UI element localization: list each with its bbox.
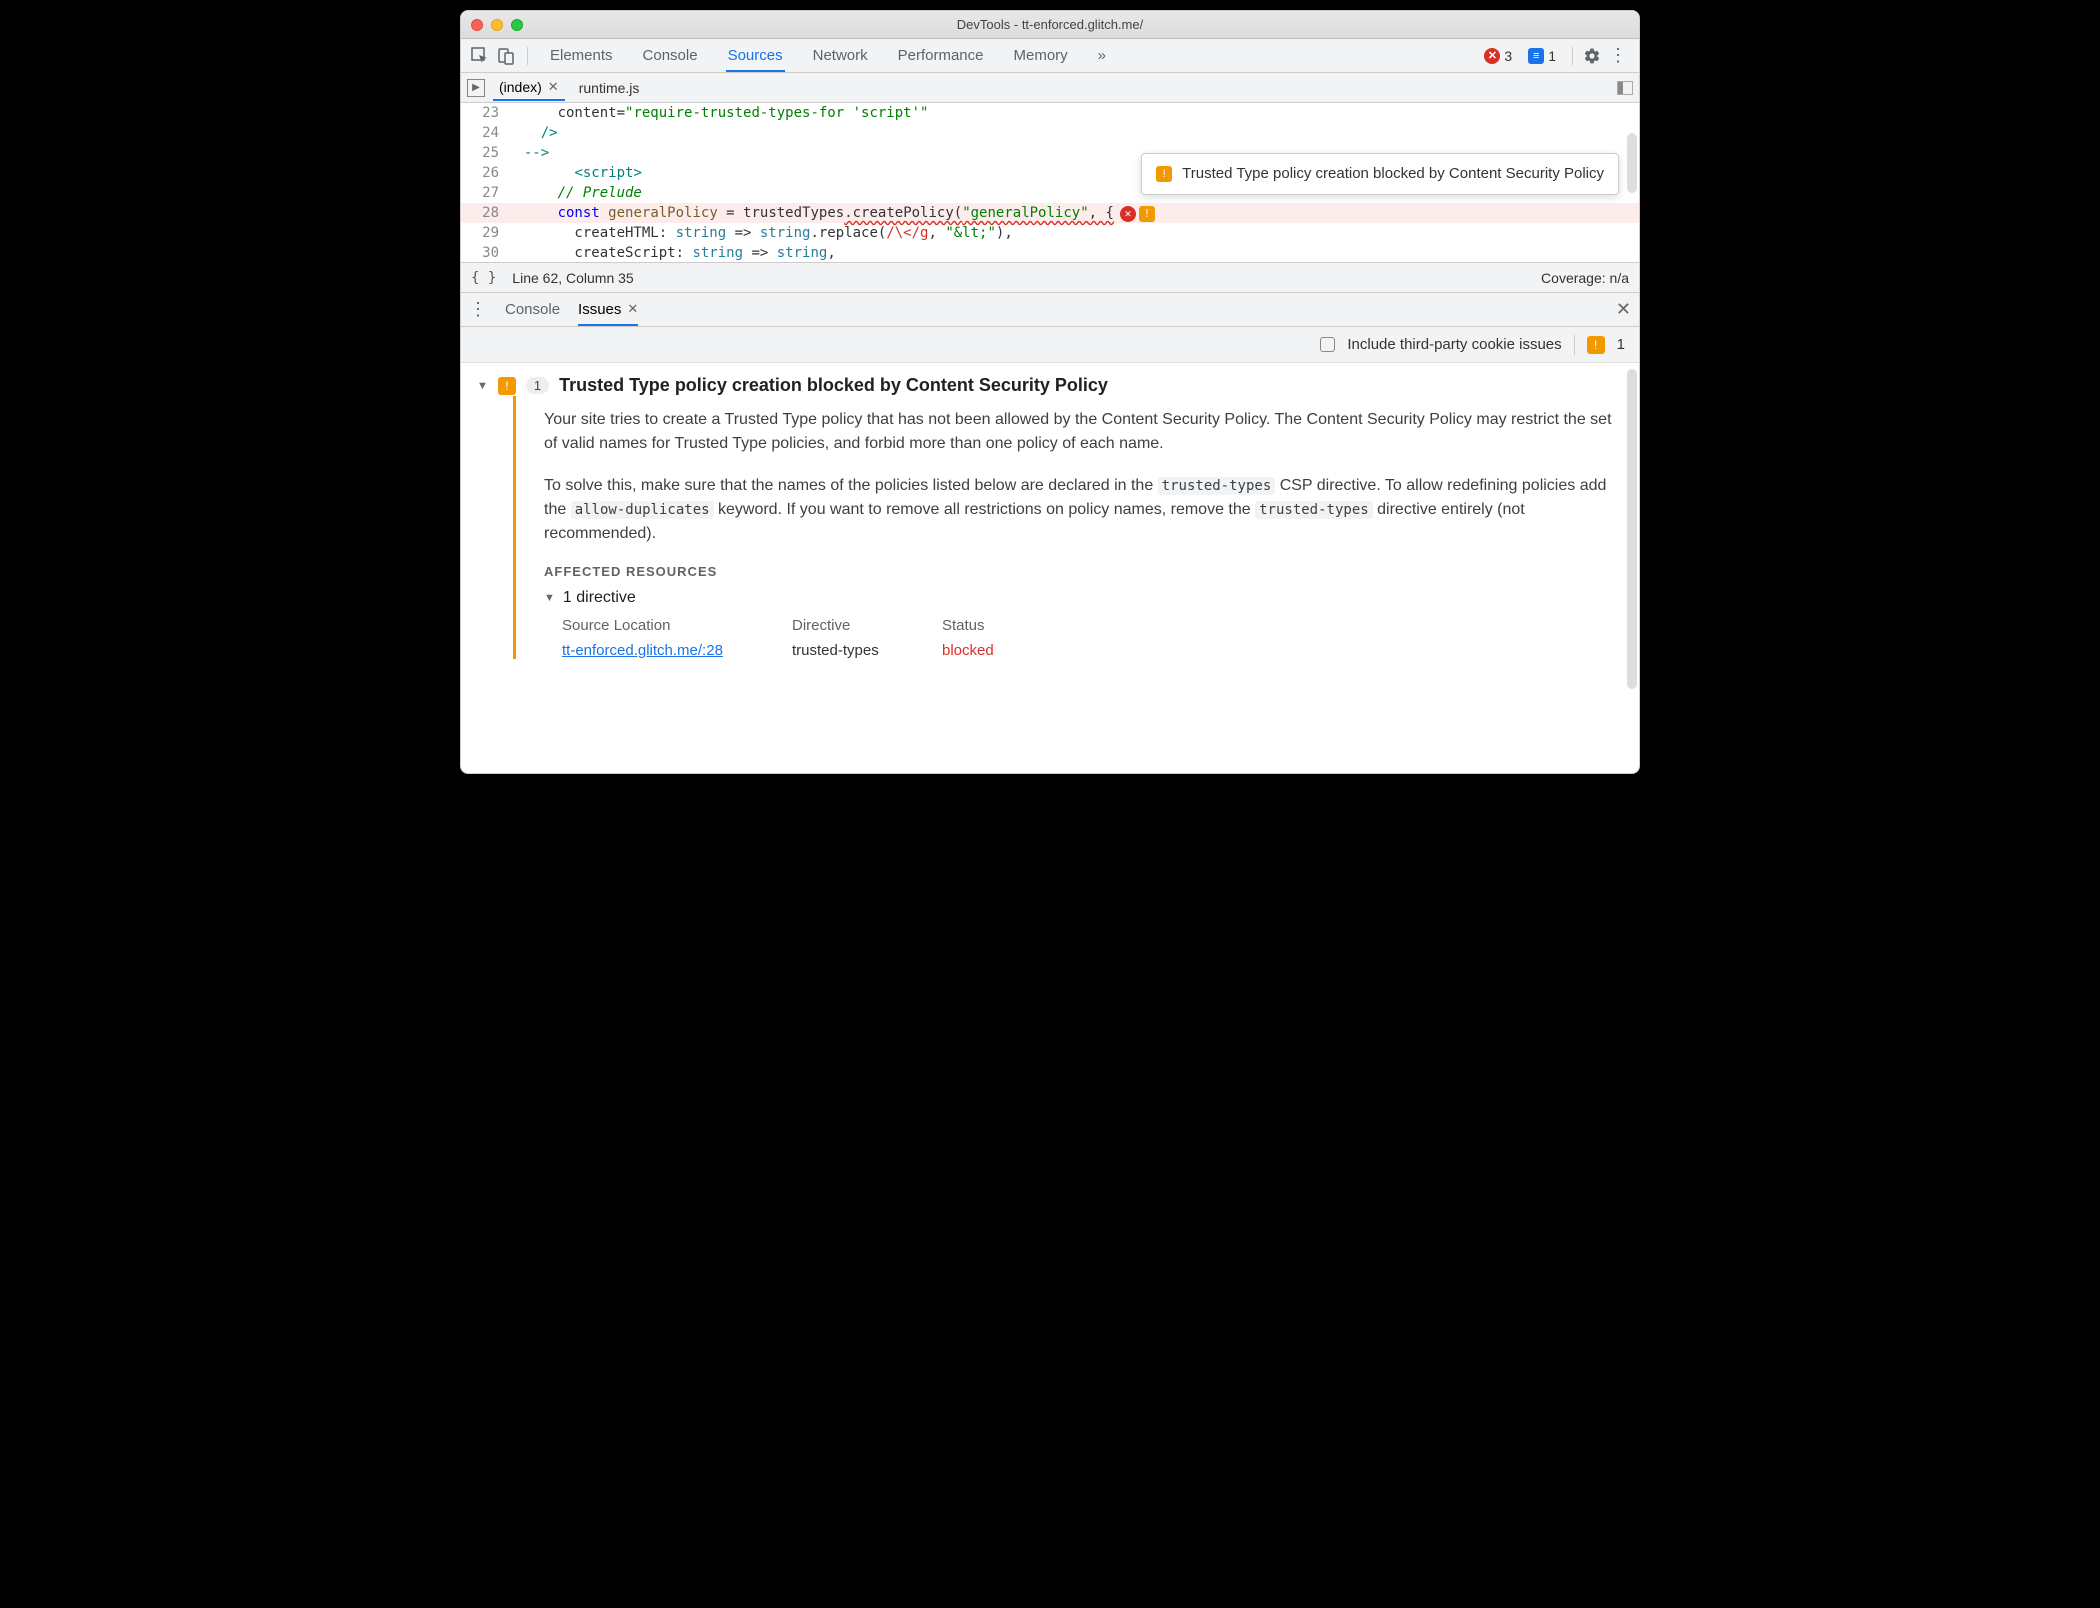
- tab-performance[interactable]: Performance: [896, 41, 986, 71]
- code-content[interactable]: const generalPolicy = trustedTypes.creat…: [507, 203, 1639, 223]
- code-line[interactable]: 23 content="require-trusted-types-for 's…: [461, 103, 1639, 123]
- issue-title: Trusted Type policy creation blocked by …: [559, 375, 1108, 396]
- editor-status-bar: { } Line 62, Column 35 Coverage: n/a: [461, 263, 1639, 293]
- code-token: trusted-types: [1158, 477, 1276, 495]
- separator: [1572, 47, 1573, 65]
- code-line[interactable]: 28 const generalPolicy = trustedTypes.cr…: [461, 203, 1639, 223]
- close-tab-icon[interactable]: ✕: [627, 301, 638, 317]
- settings-gear-icon[interactable]: [1583, 47, 1601, 65]
- drawer-tab-bar: ⋮ Console Issues ✕ ✕: [461, 293, 1639, 327]
- line-number[interactable]: 23: [461, 103, 507, 123]
- directive-summary: 1 directive: [563, 589, 636, 607]
- issue-paragraph: To solve this, make sure that the names …: [544, 474, 1623, 546]
- navigator-toggle-icon[interactable]: ▶: [467, 79, 485, 97]
- code-content[interactable]: createHTML: string => string.replace(/\<…: [507, 223, 1639, 243]
- line-number[interactable]: 30: [461, 243, 507, 263]
- line-number[interactable]: 27: [461, 183, 507, 203]
- affected-table: Source Location Directive Status tt-enfo…: [562, 617, 1623, 659]
- issue-body: Your site tries to create a Trusted Type…: [513, 396, 1623, 659]
- scrollbar-thumb[interactable]: [1627, 369, 1637, 689]
- th-source: Source Location: [562, 617, 792, 634]
- issue-header[interactable]: ▼ ! 1 Trusted Type policy creation block…: [477, 375, 1623, 396]
- scrollbar-thumb[interactable]: [1627, 133, 1637, 193]
- issues-filter-bar: Include third-party cookie issues ! 1: [461, 327, 1639, 363]
- drawer-more-icon[interactable]: ⋮: [469, 299, 487, 320]
- code-content[interactable]: />: [507, 123, 1639, 143]
- code-line[interactable]: 30 createScript: string => string,: [461, 243, 1639, 263]
- warning-icon: !: [498, 377, 516, 395]
- source-link[interactable]: tt-enforced.glitch.me/:28: [562, 642, 723, 659]
- affected-resources-heading: AFFECTED RESOURCES: [544, 564, 1623, 579]
- hover-tooltip: ! Trusted Type policy creation blocked b…: [1141, 153, 1619, 195]
- code-content[interactable]: createScript: string => string,: [507, 243, 1639, 263]
- directive-value: trusted-types: [792, 642, 942, 659]
- separator: [1574, 335, 1575, 355]
- line-number[interactable]: 25: [461, 143, 507, 163]
- affected-summary[interactable]: ▼ 1 directive: [544, 589, 1623, 607]
- tooltip-text: Trusted Type policy creation blocked by …: [1182, 164, 1604, 184]
- more-menu-icon[interactable]: ⋮: [1605, 45, 1631, 66]
- line-number[interactable]: 24: [461, 123, 507, 143]
- tab-elements[interactable]: Elements: [548, 41, 615, 71]
- expand-triangle-icon[interactable]: ▼: [544, 592, 555, 604]
- drawer-tab-label: Issues: [578, 301, 621, 318]
- inspect-element-icon[interactable]: [469, 45, 491, 67]
- warning-icon: !: [1156, 166, 1172, 182]
- issue-count-pill: 1: [526, 377, 549, 394]
- drawer-tab-console[interactable]: Console: [505, 301, 560, 318]
- third-party-label: Include third-party cookie issues: [1347, 336, 1561, 353]
- drawer-tab-issues[interactable]: Issues ✕: [578, 301, 638, 326]
- message-count[interactable]: ≡ 1: [1522, 48, 1562, 64]
- status-value: blocked: [942, 642, 1062, 659]
- message-count-value: 1: [1548, 48, 1556, 64]
- file-tab-bar: ▶ (index) ✕ runtime.js: [461, 73, 1639, 103]
- device-toolbar-icon[interactable]: [495, 45, 517, 67]
- close-tab-icon[interactable]: ✕: [548, 79, 559, 95]
- separator: [527, 47, 528, 65]
- message-icon: ≡: [1528, 48, 1544, 64]
- window-title: DevTools - tt-enforced.glitch.me/: [461, 17, 1639, 32]
- coverage-status: Coverage: n/a: [1541, 270, 1629, 286]
- drawer-close-icon[interactable]: ✕: [1616, 299, 1631, 320]
- sidebar-toggle-icon[interactable]: [1617, 81, 1633, 95]
- issue-count: 1: [1617, 336, 1625, 353]
- code-token: allow-duplicates: [571, 501, 714, 519]
- tab-network[interactable]: Network: [811, 41, 870, 71]
- tab-memory[interactable]: Memory: [1012, 41, 1070, 71]
- tab-sources[interactable]: Sources: [726, 41, 785, 72]
- error-icon: ✕: [1484, 48, 1500, 64]
- expand-triangle-icon[interactable]: ▼: [477, 380, 488, 392]
- file-tab-runtime[interactable]: runtime.js: [573, 76, 646, 100]
- file-tab-label: (index): [499, 79, 542, 95]
- issue-paragraph: Your site tries to create a Trusted Type…: [544, 408, 1623, 456]
- cursor-position: Line 62, Column 35: [512, 270, 633, 286]
- devtools-window: DevTools - tt-enforced.glitch.me/ Elemen…: [460, 10, 1640, 774]
- code-token: trusted-types: [1255, 501, 1373, 519]
- th-directive: Directive: [792, 617, 942, 634]
- main-toolbar: Elements Console Sources Network Perform…: [461, 39, 1639, 73]
- pretty-print-icon[interactable]: { }: [471, 270, 496, 286]
- code-editor[interactable]: 23 content="require-trusted-types-for 's…: [461, 103, 1639, 263]
- line-number[interactable]: 29: [461, 223, 507, 243]
- line-number[interactable]: 28: [461, 203, 507, 223]
- error-count[interactable]: ✕ 3: [1478, 48, 1518, 64]
- tab-overflow[interactable]: »: [1096, 41, 1108, 71]
- tab-console[interactable]: Console: [641, 41, 700, 71]
- error-count-value: 3: [1504, 48, 1512, 64]
- panel-tabs: Elements Console Sources Network Perform…: [548, 41, 1108, 71]
- code-content[interactable]: content="require-trusted-types-for 'scri…: [507, 103, 1639, 123]
- third-party-checkbox[interactable]: [1320, 337, 1335, 352]
- code-line[interactable]: 29 createHTML: string => string.replace(…: [461, 223, 1639, 243]
- warning-icon: !: [1587, 336, 1605, 354]
- th-status: Status: [942, 617, 1062, 634]
- issues-panel: ▼ ! 1 Trusted Type policy creation block…: [461, 363, 1639, 773]
- code-line[interactable]: 24 />: [461, 123, 1639, 143]
- line-number[interactable]: 26: [461, 163, 507, 183]
- titlebar[interactable]: DevTools - tt-enforced.glitch.me/: [461, 11, 1639, 39]
- file-tab-label: runtime.js: [579, 80, 640, 96]
- file-tab-index[interactable]: (index) ✕: [493, 75, 565, 101]
